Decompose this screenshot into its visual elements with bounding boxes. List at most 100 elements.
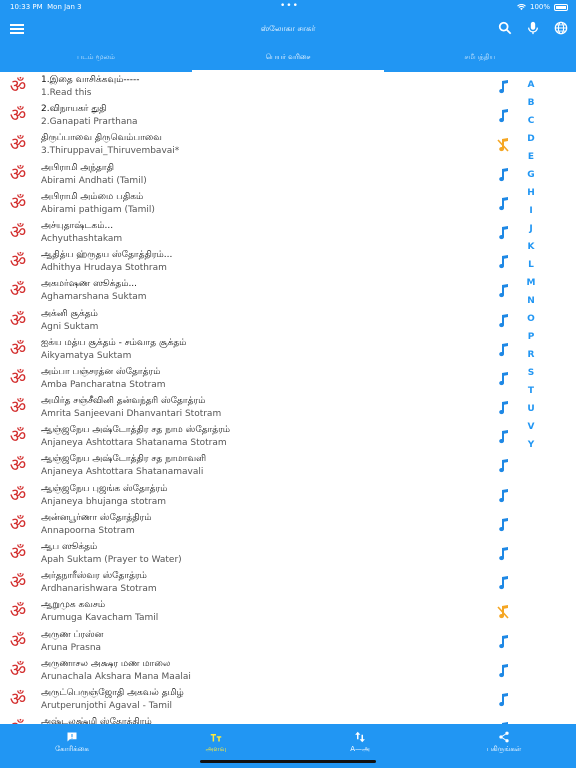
list-item[interactable]: ॐஅஷ்டலக்ஷ்மி ஸ்தோத்திரம் xyxy=(0,714,520,724)
microphone-icon[interactable] xyxy=(526,21,540,35)
globe-icon[interactable] xyxy=(554,21,568,35)
list-item[interactable]: ॐ ஆறுமுக கவசம் Arumuga Kavacham Tamil xyxy=(0,597,520,626)
alphabet-letter[interactable]: P xyxy=(522,328,540,346)
alphabet-letter[interactable]: G xyxy=(522,166,540,184)
alphabet-letter[interactable]: V xyxy=(522,418,540,436)
alphabet-index[interactable]: ABCDEGHIJKLMNOPRSTUVY xyxy=(522,76,540,454)
alphabet-letter[interactable]: R xyxy=(522,346,540,364)
om-icon: ॐ xyxy=(9,192,27,214)
alphabet-letter[interactable]: B xyxy=(522,94,540,112)
share-button[interactable]: பகிருங்கள் xyxy=(432,724,576,768)
alphabet-letter[interactable]: U xyxy=(522,400,540,418)
om-icon: ॐ xyxy=(9,134,27,156)
list-item[interactable]: ॐ 2.விநாயகர் துதி 2.Ganapati Prarthana xyxy=(0,101,520,130)
list-item[interactable]: ॐ ஆப ஸூக்தம் Apah Suktam (Prayer to Water) xyxy=(0,539,520,568)
alphabet-letter[interactable]: N xyxy=(522,292,540,310)
item-tamil-title: அச்யுதாஷ்டகம்... xyxy=(41,220,114,231)
list-item[interactable]: ॐ அம்பா பஞ்சரத்ன ஸ்தோத்ரம் Amba Pancharatn… xyxy=(0,364,520,393)
om-icon: ॐ xyxy=(9,659,27,681)
item-tamil-title: ஐக்ய மத்ய சூக்தம் - சம்வாத சூக்தம் xyxy=(41,337,187,348)
audio-note-icon[interactable] xyxy=(497,634,509,648)
alphabet-letter[interactable]: T xyxy=(522,382,540,400)
list-item[interactable]: ॐ அக்னி சூக்தம் Agni Suktam xyxy=(0,306,520,335)
tab-by-picture[interactable]: படம் மூலம் xyxy=(0,46,192,72)
list-item[interactable]: ॐ ஆஞ்ஜநேய புஜங்க ஸ்தோத்ரம் Anjaneya bhujan… xyxy=(0,481,520,510)
audio-note-icon[interactable] xyxy=(497,663,509,677)
item-english-title: Apah Suktam (Prayer to Water) xyxy=(41,555,182,565)
audio-note-icon[interactable] xyxy=(497,488,509,502)
multitask-dots-icon[interactable]: ••• xyxy=(280,1,299,11)
audio-note-icon[interactable] xyxy=(497,342,509,356)
alphabet-letter[interactable]: L xyxy=(522,256,540,274)
app-actions xyxy=(498,21,568,35)
audio-note-icon[interactable] xyxy=(497,575,509,590)
list-item[interactable]: ॐ ஆஞ்ஜநேய அஷ்டோத்திர சத நாமாவளி Anjaneya A… xyxy=(0,451,520,480)
audio-note-icon[interactable] xyxy=(497,108,509,123)
alphabet-letter[interactable]: J xyxy=(522,220,540,238)
alphabet-letter[interactable]: I xyxy=(522,202,540,220)
audio-note-icon[interactable] xyxy=(497,517,509,531)
list-item[interactable]: ॐ அகமர்ஷண ஸூக்தம்... Aghamarshana Suktam xyxy=(0,276,520,305)
battery-percent: 100% xyxy=(529,3,550,11)
list-item[interactable]: ॐ அபிராமி அம்மை பதிகம் Abirami pathigam (T… xyxy=(0,189,520,218)
audio-note-icon[interactable] xyxy=(497,283,509,298)
item-english-title: Abirami pathigam (Tamil) xyxy=(41,204,155,215)
search-icon[interactable] xyxy=(498,21,512,35)
audio-note-icon[interactable] xyxy=(497,79,509,94)
list-item[interactable]: ॐ அருணாசல அக்ஷர மண மாலை Arunachala Akshara… xyxy=(0,656,520,685)
alphabet-letter[interactable]: D xyxy=(522,130,540,148)
item-english-title: Anjaneya bhujanga stotram xyxy=(41,496,166,507)
item-english-title: Amrita Sanjeevani Dhanvantari Stotram xyxy=(41,409,222,420)
audio-note-icon[interactable] xyxy=(497,167,509,181)
alphabet-letter[interactable]: M xyxy=(522,274,540,292)
om-icon: ॐ xyxy=(9,105,27,127)
list-item[interactable]: ॐ ஐக்ய மத்ய சூக்தம் - சம்வாத சூக்தம் Aikya… xyxy=(0,335,520,364)
list-item[interactable]: ॐ அபிராமி அந்தாதி Abirami Andhati (Tamil) xyxy=(0,160,520,189)
list-item[interactable]: ॐ அருண ப்ரஸ்ன Aruna Prasna xyxy=(0,627,520,656)
list-item[interactable]: ॐ 1.இதை வாசிக்கவும்----- 1.Read this xyxy=(0,72,520,101)
list-item[interactable]: ॐ திருப்பாவை திருவெம்பாவை 3.Thiruppavai_Th… xyxy=(0,130,520,159)
om-icon: ॐ xyxy=(9,397,27,419)
list-item[interactable]: ॐ அச்யுதாஷ்டகம்... Achyuthashtakam xyxy=(0,218,520,247)
audio-note-icon[interactable] xyxy=(497,371,509,386)
audio-note-icon[interactable] xyxy=(497,254,509,269)
alphabet-letter[interactable]: O xyxy=(522,310,540,328)
item-english-title: 1.Read this xyxy=(41,88,92,98)
audio-note-icon[interactable] xyxy=(497,429,509,444)
audio-unavailable-icon[interactable] xyxy=(497,604,509,619)
om-icon: ॐ xyxy=(9,572,27,594)
audio-note-icon[interactable] xyxy=(497,546,509,561)
alphabet-letter[interactable]: C xyxy=(522,112,540,130)
alphabet-letter[interactable]: Y xyxy=(522,436,540,454)
home-indicator[interactable] xyxy=(200,760,376,763)
alphabet-letter[interactable]: S xyxy=(522,364,540,382)
alphabet-letter[interactable]: K xyxy=(522,238,540,256)
om-icon: ॐ xyxy=(9,163,27,185)
audio-note-icon[interactable] xyxy=(497,400,509,415)
list-item[interactable]: ॐ ஆதித்ய ஹ்ருதய ஸ்தோத்திரம்... Adhithya Hr… xyxy=(0,247,520,276)
audio-note-icon[interactable] xyxy=(497,225,509,240)
list-item[interactable]: ॐ அன்னபூர்ணா ஸ்தோத்திரம் Annapoorna Stotra… xyxy=(0,510,520,539)
request-button[interactable]: கோரிக்கை xyxy=(0,724,144,768)
list-item[interactable]: ॐ ஆஞ்ஜநேய அஷ்டோத்திர சத நாம ஸ்தோத்ரம் Anja… xyxy=(0,422,520,451)
audio-note-icon[interactable] xyxy=(497,313,509,327)
item-tamil-title: ஆஞ்ஜநேய அஷ்டோத்திர சத நாம ஸ்தோத்ரம் xyxy=(41,425,231,436)
alphabet-letter[interactable]: E xyxy=(522,148,540,166)
list-item[interactable]: ॐ அருட்பெருஞ்ஜோதி அகவல் தமிழ் Arutperunjot… xyxy=(0,685,520,714)
om-icon: ॐ xyxy=(9,221,27,243)
audio-note-icon[interactable] xyxy=(497,196,509,210)
tab-by-name[interactable]: பெயர் வரிசை xyxy=(192,46,384,72)
list-item[interactable]: ॐ அமிர்த சஞ்சீவினி தன்வந்தரி ஸ்தோத்ரம் Amr… xyxy=(0,393,520,422)
audio-note-icon[interactable] xyxy=(497,692,509,707)
sloka-list[interactable]: ॐ 1.இதை வாசிக்கவும்----- 1.Read this ॐ 2.விந… xyxy=(0,72,520,724)
tab-recent[interactable]: சமீபத்திய xyxy=(384,46,576,72)
item-tamil-title: அருட்பெருஞ்ஜோதி அகவல் தமிழ் xyxy=(41,687,184,698)
om-icon: ॐ xyxy=(9,688,27,710)
om-icon: ॐ xyxy=(9,76,27,97)
swap-vertical-icon xyxy=(355,731,365,743)
alphabet-letter[interactable]: H xyxy=(522,184,540,202)
alphabet-letter[interactable]: A xyxy=(522,76,540,94)
audio-unavailable-icon[interactable] xyxy=(497,137,509,152)
audio-note-icon[interactable] xyxy=(497,458,509,473)
list-item[interactable]: ॐ அர்தநாரீஸ்வர ஸ்தோத்ரம் Ardhanarishwara S… xyxy=(0,568,520,597)
